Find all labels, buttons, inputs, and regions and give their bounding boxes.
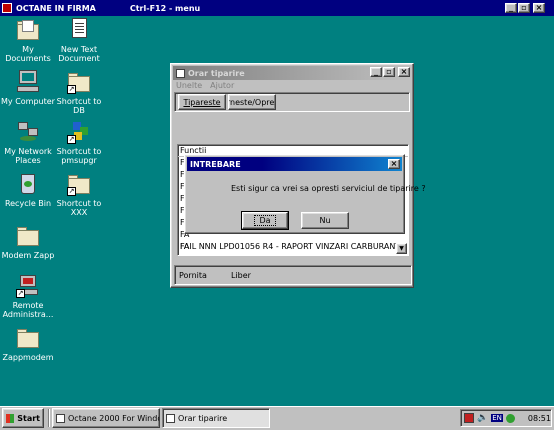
app-icon [2, 3, 12, 13]
orar-window-controls: _ ▫ × [370, 67, 410, 77]
computer-icon [16, 70, 40, 94]
desktop-icon-label: New Text Document [58, 45, 100, 63]
maximize-button[interactable]: ▫ [518, 3, 530, 13]
desktop-icon-label: Shortcut to pmsupgr [56, 147, 102, 165]
desktop-icon-shortcut-db[interactable]: ↗ Shortcut to DB [51, 70, 107, 115]
window-icon [176, 68, 185, 78]
clock: 08:51 [527, 413, 551, 423]
recycle-bin-icon [16, 172, 40, 196]
desktop-icon-shortcut-pmsupgr[interactable]: ↗ Shortcut to pmsupgr [51, 120, 107, 165]
dialog-message: Esti sigur ca vrei sa opresti serviciul … [231, 184, 426, 193]
desktop-icon-my-computer[interactable]: My Computer [0, 70, 56, 106]
desktop-icon-modem-zapp[interactable]: Modem Zapp [0, 224, 56, 260]
folder-icon [16, 224, 40, 248]
top-window-shortcut-hint: Ctrl-F12 - menu [129, 3, 201, 13]
intrebare-dialog: INTREBARE × Esti sigur ca vrei sa oprest… [184, 154, 426, 234]
text-document-icon [67, 18, 91, 42]
dialog-close-button[interactable]: × [388, 159, 400, 169]
intrebare-titlebar: INTREBARE [187, 157, 402, 171]
shortcut-icon: ↗ [67, 120, 91, 144]
windows-logo-icon [6, 413, 15, 423]
desktop-icon-new-text-document[interactable]: New Text Document [51, 18, 107, 63]
folder-icon [16, 326, 40, 350]
folder-shortcut-icon: ↗ [67, 70, 91, 94]
folder-shortcut-icon: ↗ [67, 172, 91, 196]
octane-app-icon [56, 413, 65, 423]
porneste-opreste-button[interactable]: Porneste/Opreste [228, 94, 276, 110]
status-bar: Pornita Liber [174, 265, 412, 285]
status-label: Pornita [179, 270, 207, 280]
desktop-icon-label: Zappmodem [2, 353, 54, 362]
menu-unelte[interactable]: Unelte [176, 81, 202, 90]
da-button[interactable]: Da [241, 211, 289, 230]
desktop-icon-label: Recycle Bin [4, 199, 52, 208]
top-window-titlebar: OCTANE IN FIRMA Ctrl-F12 - menu [0, 0, 554, 16]
remote-admin-icon: ↗ [16, 274, 40, 298]
scroll-down-arrow[interactable]: ▼ [396, 243, 407, 254]
orar-app-icon [166, 413, 175, 423]
minimize-button[interactable]: _ [370, 67, 382, 77]
maximize-button[interactable]: ▫ [383, 67, 395, 77]
close-button[interactable]: × [398, 67, 410, 77]
nu-button[interactable]: Nu [301, 212, 349, 229]
menu-ajutor[interactable]: Ajutor [210, 81, 234, 90]
start-button[interactable]: Start [2, 408, 44, 428]
my-documents-icon [16, 18, 40, 42]
speaker-icon[interactable]: 🔈 [477, 413, 488, 423]
task-orar-tiparire[interactable]: Orar tiparire [162, 408, 270, 428]
desktop-icon-label: My Computer [1, 97, 55, 106]
minimize-button[interactable]: _ [505, 3, 517, 13]
desktop-icon-network-places[interactable]: My Network Places [0, 120, 56, 165]
system-tray: 🔈 EN 08:51 [460, 409, 552, 427]
menu-bar: Unelte Ajutor [176, 81, 242, 90]
top-window-title: OCTANE IN FIRMA [16, 3, 96, 13]
taskbar-divider [48, 409, 50, 427]
status-value: Liber [231, 270, 251, 280]
tray-app-icon[interactable] [464, 413, 474, 423]
orar-tiparire-title: Orar tiparire [188, 68, 245, 78]
language-indicator[interactable]: EN [491, 414, 503, 422]
desktop-icon-label: Modem Zapp [1, 251, 55, 260]
desktop-icon-label: My Documents [5, 45, 51, 63]
desktop-icon-label: Shortcut to DB [56, 97, 102, 115]
top-window-controls: _ ▫ × [505, 3, 545, 13]
close-button[interactable]: × [533, 3, 545, 13]
desktop-icon-label: Remote Administra... [2, 301, 54, 319]
intrebare-title: INTREBARE [190, 159, 241, 169]
desktop-icon-shortcut-xxx[interactable]: ↗ Shortcut to XXX [51, 172, 107, 217]
list-item-last[interactable]: FAIL NNN LPD01056 R4 - RAPORT VINZARI CA… [178, 241, 396, 253]
task-octane-2000[interactable]: Octane 2000 For Window... [52, 408, 160, 428]
network-icon [16, 120, 40, 144]
desktop-icon-my-documents[interactable]: My Documents [0, 18, 56, 63]
desktop-icon-label: My Network Places [4, 147, 52, 165]
desktop-icon-recycle-bin[interactable]: Recycle Bin [0, 172, 56, 208]
desktop-icon-zappmodem[interactable]: Zappmodem [0, 326, 56, 362]
tipareste-button[interactable]: Tipareste [178, 94, 226, 110]
desktop-icon-label: Shortcut to XXX [56, 199, 102, 217]
desktop-icon-remote-admin[interactable]: ↗ Remote Administra... [0, 274, 56, 319]
network-tray-icon[interactable] [505, 413, 515, 423]
